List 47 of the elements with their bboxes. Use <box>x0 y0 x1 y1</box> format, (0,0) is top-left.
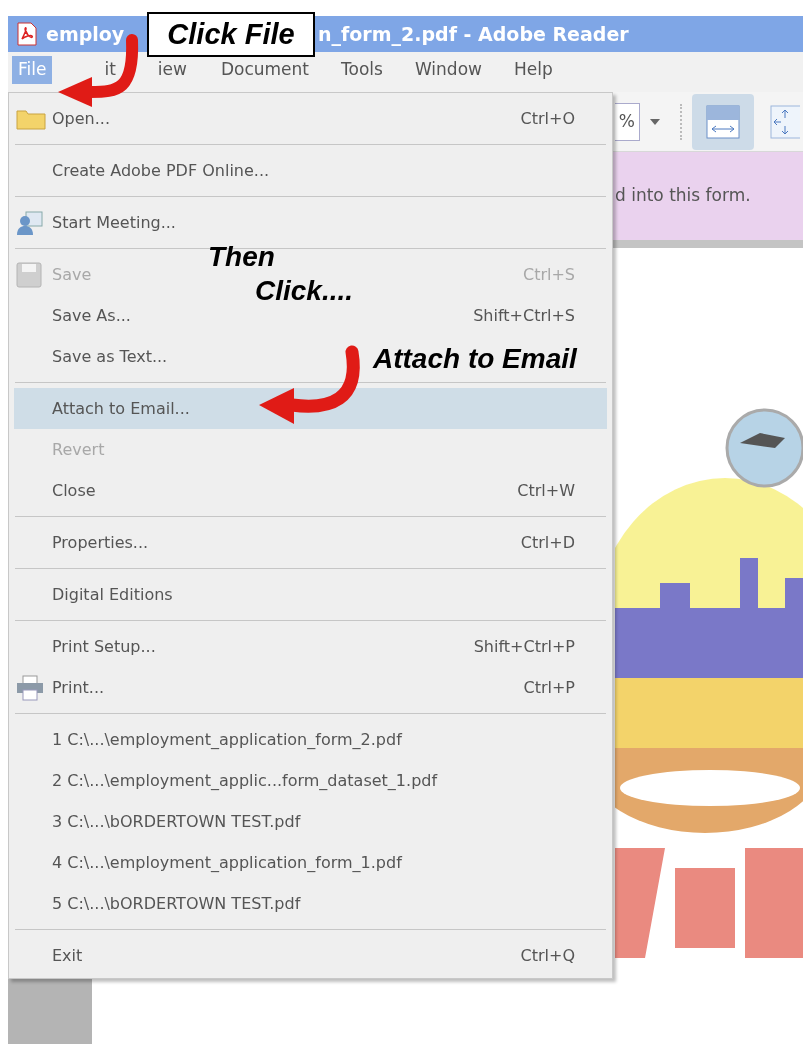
menu-item[interactable]: Open... <box>52 106 110 131</box>
callout: Click File <box>147 12 315 57</box>
menu-item[interactable]: 4 C:\...\employment_application_form_1.pdf <box>52 850 402 875</box>
menu-bar-item[interactable]: iew <box>151 56 193 84</box>
fit-width-icon <box>706 104 740 139</box>
menu-bar-item[interactable]: Help <box>507 56 559 84</box>
menu-item[interactable]: 1 C:\...\employment_application_form_2.pdf <box>52 727 402 752</box>
shortcut-label: Ctrl+S <box>522 263 575 286</box>
shortcut-label: Shift+Ctrl+P <box>473 635 575 658</box>
menu-item[interactable]: Print... <box>52 675 105 700</box>
menu-bar-item[interactable]: it <box>98 56 122 84</box>
message-text: d into this form. <box>615 184 751 208</box>
shortcut-label: Ctrl+W <box>517 479 575 502</box>
menu-item[interactable]: Save As... <box>52 303 131 328</box>
menu-item[interactable]: 5 C:\...\bORDERTOWN TEST.pdf <box>52 891 301 916</box>
menu-bar-item[interactable]: Window <box>408 56 488 84</box>
menu-item[interactable]: Attach to Email... <box>52 396 190 421</box>
menu-item[interactable]: Digital Editions <box>52 582 173 607</box>
shortcut-label: Shift+Ctrl+S <box>473 304 575 327</box>
menu-item[interactable]: Start Meeting... <box>52 210 176 235</box>
menu-item[interactable]: 2 C:\...\employment_applic...form_dataset_1.pdf <box>52 768 438 793</box>
menu-item[interactable]: Create Adobe PDF Online... <box>52 158 270 183</box>
printer-icon <box>16 674 44 701</box>
menu-item[interactable]: Close <box>52 478 96 503</box>
annotation-text: Click.... <box>255 274 354 308</box>
shortcut-label: Ctrl+O <box>520 107 575 130</box>
zoom-field[interactable]: % <box>615 102 640 141</box>
folder-icon <box>16 107 46 130</box>
pdf-file-icon <box>16 22 38 46</box>
menu-item[interactable]: Exit <box>52 943 83 968</box>
menu-bar-item[interactable]: Tools <box>335 56 389 84</box>
meeting-icon <box>16 209 44 236</box>
shortcut-label: Ctrl+P <box>523 676 575 699</box>
menu-item[interactable]: Save as Text... <box>52 344 168 369</box>
fit-width-button[interactable] <box>692 93 754 150</box>
shortcut-label: Ctrl+D <box>520 531 575 554</box>
menu-item[interactable]: Print Setup... <box>52 634 156 659</box>
menu-item[interactable]: Properties... <box>52 530 149 555</box>
window-title: employ <box>46 21 125 47</box>
shortcut-label: Ctrl+Q <box>520 944 575 967</box>
dropdown-caret-icon[interactable] <box>650 118 660 125</box>
annotation-text: Then <box>208 240 275 274</box>
menu-bar-item[interactable]: Document <box>214 56 315 84</box>
fit-page-icon[interactable] <box>770 104 800 139</box>
window-title: n_form_2.pdf - Adobe Reader <box>318 21 629 48</box>
menu-item[interactable]: 3 C:\...\bORDERTOWN TEST.pdf <box>52 809 301 834</box>
annotation-text: Attach to Email <box>373 342 577 376</box>
